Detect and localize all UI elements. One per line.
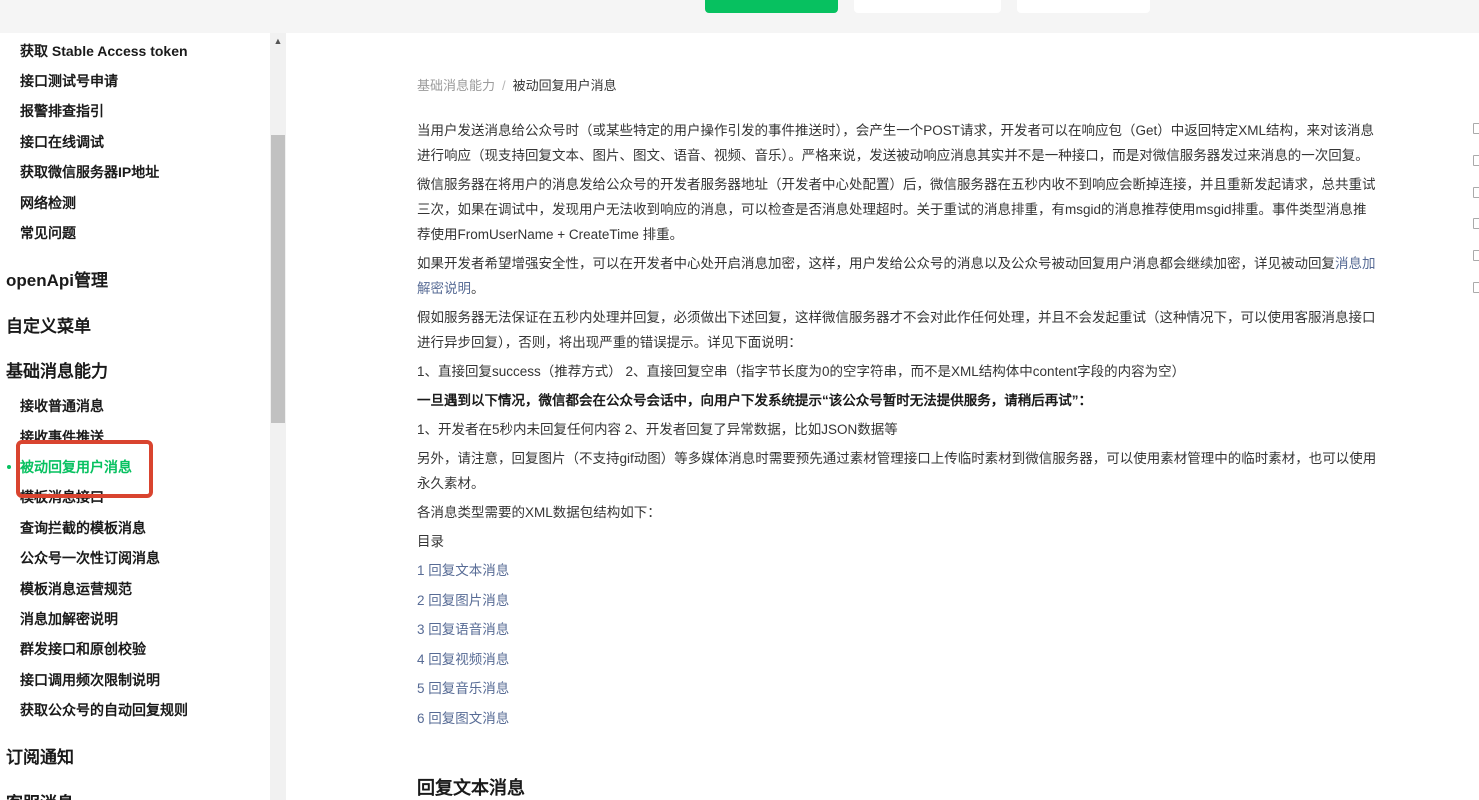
edge-doc-icon[interactable]	[1473, 218, 1479, 229]
edge-doc-icon[interactable]	[1473, 282, 1479, 293]
toc-link-voice[interactable]: 3 回复语音消息	[417, 617, 1377, 642]
sidebar-item-alarm-guide[interactable]: 报警排查指引	[20, 101, 104, 121]
sidebar-item-template-api[interactable]: 模板消息接口	[20, 487, 104, 507]
toc-link-news[interactable]: 6 回复图文消息	[417, 706, 1377, 731]
breadcrumb-parent-link[interactable]: 基础消息能力	[417, 78, 495, 93]
sidebar-item-template-rules[interactable]: 模板消息运营规范	[20, 579, 132, 599]
scroll-up-arrow-icon[interactable]: ▲	[270, 33, 286, 49]
sidebar-item-label: 被动回复用户消息	[20, 459, 132, 475]
scrollbar-thumb[interactable]	[271, 135, 285, 423]
sidebar-item-server-ip[interactable]: 获取微信服务器IP地址	[20, 162, 159, 182]
sidebar-item-online-debug[interactable]: 接口在线调试	[20, 132, 104, 152]
sidebar-item-receive-normal[interactable]: 接收普通消息	[20, 396, 104, 416]
sidebar-group-customer-service[interactable]: 客服消息	[6, 792, 74, 800]
sidebar-item-stable-access-token[interactable]: 获取 Stable Access token	[20, 41, 188, 61]
paragraph-conditions: 1、开发者在5秒内未回复任何内容 2、开发者回复了异常数据，比如JSON数据等	[417, 422, 898, 437]
sidebar-item-faq[interactable]: 常见问题	[20, 223, 76, 243]
sidebar-item-encryption[interactable]: 消息加解密说明	[20, 609, 118, 629]
paragraph-security: 如果开发者希望增强安全性，可以在开发者中心处开启消息加密，这样，用户发给公众号的…	[417, 251, 1377, 301]
top-bar	[0, 0, 1479, 33]
sidebar-nav: 获取 Stable Access token 接口测试号申请 报警排查指引 接口…	[0, 33, 270, 800]
paragraph-reply-options: 1、直接回复success（推荐方式） 2、直接回复空串（指字节长度为0的空字符…	[417, 364, 1186, 379]
top-tertiary-button[interactable]	[1017, 0, 1150, 13]
active-dot-icon	[7, 465, 11, 469]
breadcrumb-current: 被动回复用户消息	[512, 78, 617, 93]
edge-doc-icon[interactable]	[1473, 155, 1479, 166]
edge-doc-icon[interactable]	[1473, 187, 1479, 198]
toc-link-image[interactable]: 2 回复图片消息	[417, 588, 1377, 613]
toc-link-music[interactable]: 5 回复音乐消息	[417, 676, 1377, 701]
sidebar-group-custom-menu[interactable]: 自定义菜单	[6, 315, 91, 339]
sidebar-item-passive-reply[interactable]: 被动回复用户消息	[7, 457, 132, 477]
top-green-button[interactable]	[705, 0, 838, 13]
edge-doc-icon[interactable]	[1473, 250, 1479, 261]
sidebar-group-openapi[interactable]: openApi管理	[6, 269, 108, 293]
sidebar-scrollbar[interactable]: ▲	[270, 33, 286, 800]
section-heading-text-reply: 回复文本消息	[417, 778, 525, 798]
paragraph-warning: 一旦遇到以下情况，微信都会在公众号会话中，向用户下发系统提示“该公众号暂时无法提…	[417, 393, 1092, 408]
sidebar-item-test-account[interactable]: 接口测试号申请	[20, 71, 118, 91]
breadcrumb: 基础消息能力 / 被动回复用户消息	[417, 75, 617, 94]
paragraph-media-note: 另外，请注意，回复图片（不支持gif动图）等多媒体消息时需要预先通过素材管理接口…	[417, 451, 1377, 491]
sidebar-group-basic-message[interactable]: 基础消息能力	[6, 360, 108, 384]
article-body: 当用户发送消息给公众号时（或某些特定的用户操作引发的事件推送时），会产生一个PO…	[417, 118, 1377, 735]
sidebar-item-one-time-subscribe[interactable]: 公众号一次性订阅消息	[20, 548, 160, 568]
sidebar-item-mass-send[interactable]: 群发接口和原创校验	[20, 639, 146, 659]
paragraph-xml-intro: 各消息类型需要的XML数据包结构如下：	[417, 505, 661, 520]
paragraph-timeout: 假如服务器无法保证在五秒内处理并回复，必须做出下述回复，这样微信服务器才不会对此…	[417, 310, 1376, 350]
sidebar-item-rate-limit[interactable]: 接口调用频次限制说明	[20, 670, 160, 690]
sidebar-item-receive-event[interactable]: 接收事件推送	[20, 427, 104, 447]
sidebar-item-network-check[interactable]: 网络检测	[20, 193, 76, 213]
edge-doc-icon[interactable]	[1473, 123, 1479, 134]
sidebar-item-blocked-template[interactable]: 查询拦截的模板消息	[20, 518, 146, 538]
paragraph-retry: 微信服务器在将用户的消息发给公众号的开发者服务器地址（开发者中心处配置）后，微信…	[417, 177, 1376, 242]
main-content: 基础消息能力 / 被动回复用户消息 当用户发送消息给公众号时（或某些特定的用户操作引…	[286, 33, 1479, 800]
breadcrumb-separator: /	[502, 78, 506, 93]
paragraph-security-end: 。	[471, 281, 485, 296]
toc-title: 目录	[417, 534, 444, 549]
paragraph-intro: 当用户发送消息给公众号时（或某些特定的用户操作引发的事件推送时），会产生一个PO…	[417, 123, 1375, 163]
toc-link-video[interactable]: 4 回复视频消息	[417, 647, 1377, 672]
toc-link-text[interactable]: 1 回复文本消息	[417, 558, 1377, 583]
sidebar-group-subscribe[interactable]: 订阅通知	[6, 746, 74, 770]
paragraph-security-text: 如果开发者希望增强安全性，可以在开发者中心处开启消息加密，这样，用户发给公众号的…	[417, 256, 1335, 271]
top-secondary-button[interactable]	[854, 0, 1001, 13]
sidebar-item-auto-reply-rules[interactable]: 获取公众号的自动回复规则	[20, 700, 188, 720]
